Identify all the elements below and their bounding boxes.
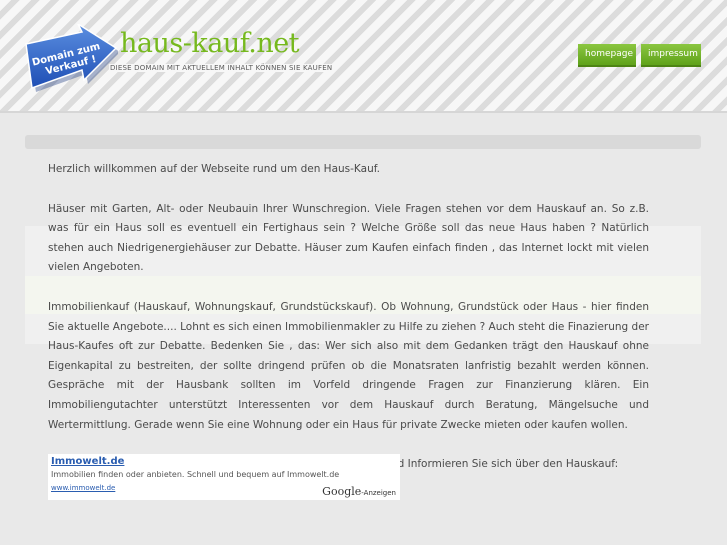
ad-description: Immobilien finden oder anbieten. Schnell… [51,470,340,479]
ad-url-link[interactable]: www.immowelt.de [51,484,115,492]
nav-homepage-button[interactable]: homepage [578,44,636,67]
site-tagline: DIESE DOMAIN MIT AKTUELLEM INHALT KÖNNEN… [109,64,334,72]
ad-title-link[interactable]: Immowelt.de [51,456,124,467]
nav-impressum-button[interactable]: impressum [641,44,701,67]
header-divider [0,111,727,113]
domain-for-sale-arrow-logo[interactable]: Domain zum Verkauf ! [24,24,118,92]
ads-label: -Anzeigen [361,489,396,497]
welcome-paragraph: Herzlich willkommen auf der Webseite run… [48,163,380,175]
main-content: Herzlich willkommen auf der Webseite run… [48,160,649,495]
houses-paragraph: Häuser mit Garten, Alt- oder Neubauin Ih… [48,202,649,274]
real-estate-paragraph: Immobilienkauf (Hauskauf, Wohnungskauf, … [48,300,649,431]
google-wordmark: Google [322,485,362,498]
site-title[interactable]: haus-kauf.net [120,28,300,59]
content-top-bar [25,135,701,149]
google-ads-label[interactable]: Google-Anzeigen [322,485,396,498]
google-ad-box: Immowelt.de Immobilien finden oder anbie… [48,454,400,500]
